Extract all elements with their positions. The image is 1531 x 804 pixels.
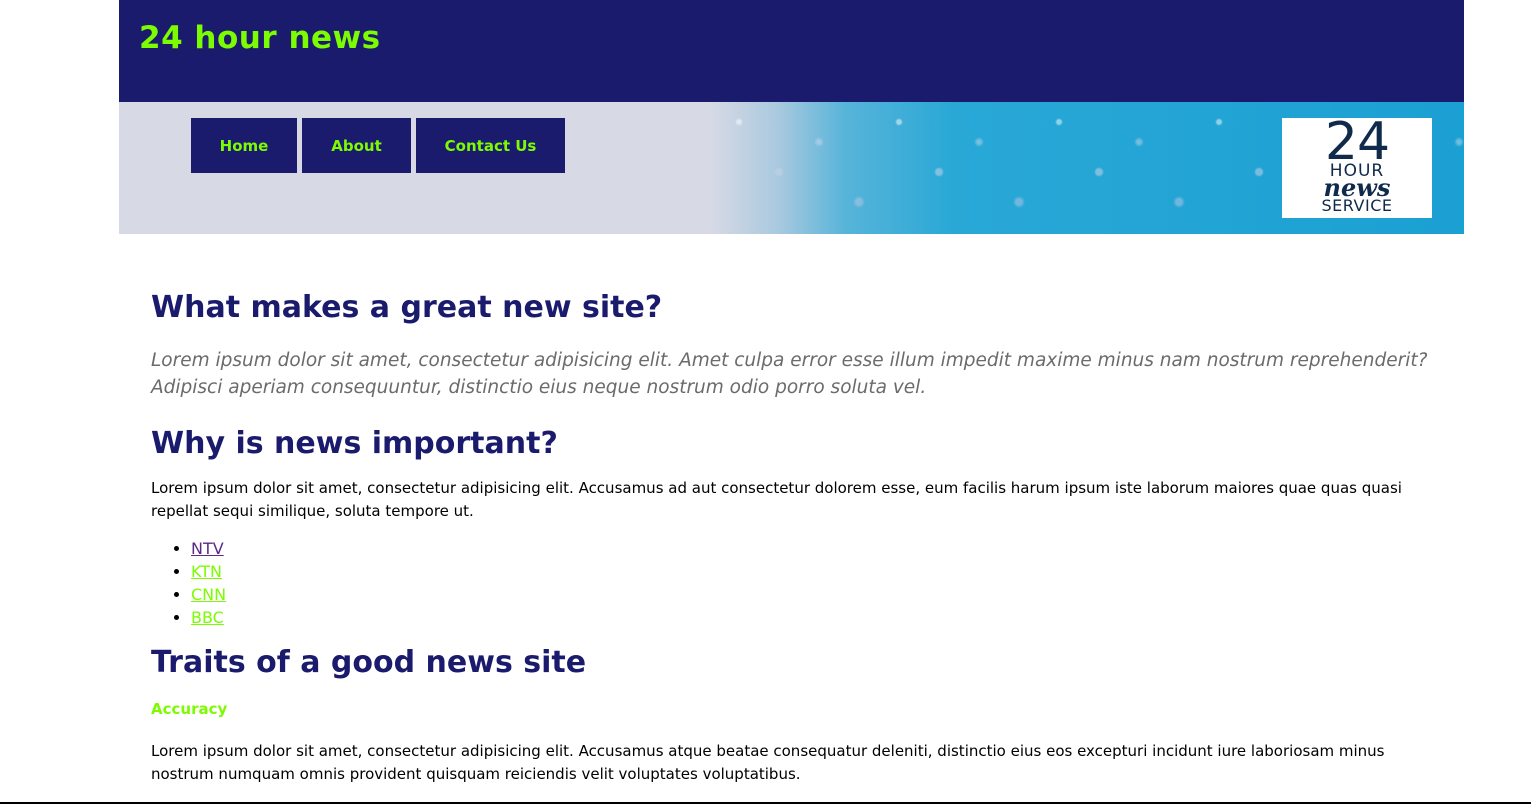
nav-about-button[interactable]: About <box>302 118 411 173</box>
accuracy-paragraph: Lorem ipsum dolor sit amet, consectetur … <box>151 742 1385 783</box>
news-links-list: NTV KTN CNN BBC <box>151 537 1436 629</box>
banner: Home About Contact Us 24 HOUR news SERVI… <box>119 102 1464 234</box>
list-item: CNN <box>191 583 1436 606</box>
link-ktn[interactable]: KTN <box>191 562 222 581</box>
main-nav: Home About Contact Us <box>191 118 565 173</box>
logo-news: news <box>1323 173 1391 202</box>
link-bbc[interactable]: BBC <box>191 608 224 627</box>
heading-why-news: Why is news important? <box>151 426 558 461</box>
heading-great-site: What makes a great new site? <box>151 290 663 325</box>
logo-number: 24 <box>1324 112 1390 172</box>
subheading-accuracy: Accuracy <box>151 700 228 718</box>
list-item: KTN <box>191 560 1436 583</box>
heading-traits: Traits of a good news site <box>151 645 587 680</box>
news-service-logo: 24 HOUR news SERVICE <box>1282 112 1432 218</box>
link-cnn[interactable]: CNN <box>191 585 226 604</box>
link-ntv[interactable]: NTV <box>191 539 224 558</box>
site-container: 24 hour news Home About Contact Us 24 HO… <box>119 0 1464 234</box>
lead-paragraph: Lorem ipsum dolor sit amet, consectetur … <box>151 350 1428 398</box>
top-header: 24 hour news <box>119 0 1464 102</box>
logo-service: SERVICE <box>1321 196 1393 215</box>
why-news-paragraph: Lorem ipsum dolor sit amet, consectetur … <box>151 479 1402 520</box>
nav-home-button[interactable]: Home <box>191 118 297 173</box>
list-item: BBC <box>191 606 1436 629</box>
list-item: NTV <box>191 537 1436 560</box>
site-title: 24 hour news <box>139 20 381 56</box>
page: 24 hour news Home About Contact Us 24 HO… <box>0 0 1531 804</box>
nav-contact-button[interactable]: Contact Us <box>416 118 565 173</box>
main-content: What makes a great new site? Lorem ipsum… <box>151 290 1436 800</box>
